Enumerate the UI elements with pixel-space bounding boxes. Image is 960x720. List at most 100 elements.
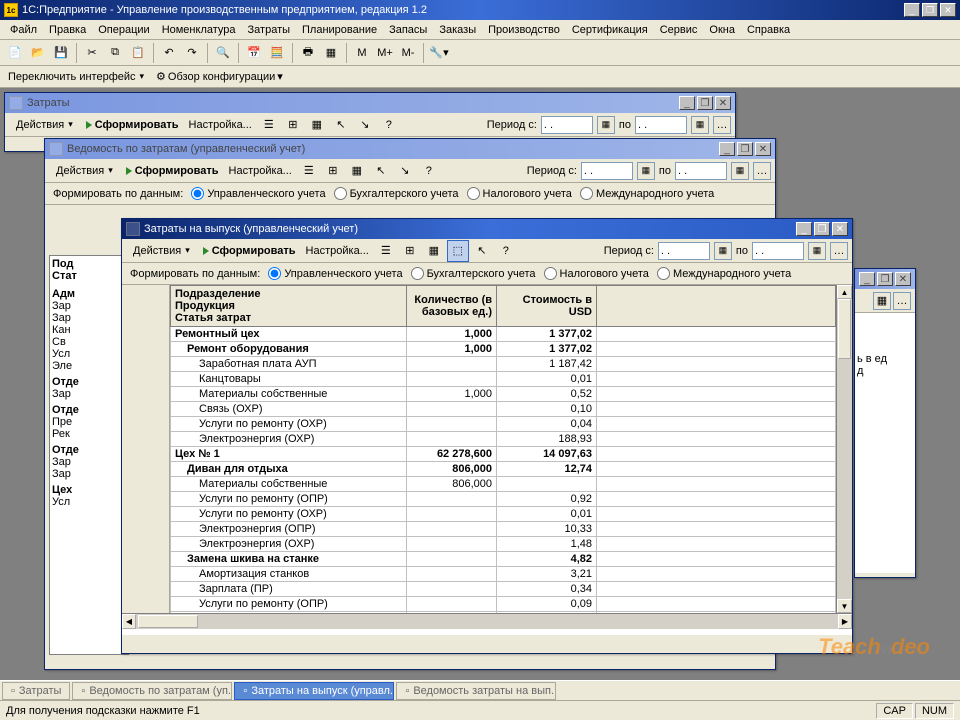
tree-icon[interactable]: ☰: [375, 240, 397, 262]
menu-edit[interactable]: Правка: [43, 22, 92, 38]
radio-mgmt[interactable]: Управленческого учета: [268, 267, 402, 280]
paste-icon[interactable]: 📋: [127, 42, 149, 64]
period-to-input[interactable]: [675, 162, 727, 180]
table-row[interactable]: Диван для отдыха806,00012,74: [171, 462, 836, 477]
tree2-icon[interactable]: ⊞: [282, 114, 304, 136]
find-icon[interactable]: 🔍: [212, 42, 234, 64]
form-button[interactable]: Сформировать: [122, 163, 223, 179]
table-row[interactable]: Электроэнергия (ОПР)10,33: [171, 522, 836, 537]
period-more-button[interactable]: …: [830, 242, 848, 260]
actions-menu[interactable]: Действия: [126, 242, 197, 260]
up-icon[interactable]: ↖: [471, 240, 493, 262]
setup-button[interactable]: Настройка...: [185, 117, 256, 133]
table-row[interactable]: Связь (ОХР)0,10: [171, 402, 836, 417]
min-button[interactable]: _: [719, 142, 735, 156]
table-row[interactable]: Услуги по ремонту (ОПР)0,92: [171, 492, 836, 507]
table-row[interactable]: Ремонт оборудования1,0001 377,02: [171, 342, 836, 357]
menu-file[interactable]: Файл: [4, 22, 43, 38]
taskbar-tab[interactable]: ▫Ведомость по затратам (уп...: [72, 682, 232, 700]
down-icon[interactable]: ↘: [354, 114, 376, 136]
more-button[interactable]: …: [893, 292, 911, 310]
restore-button[interactable]: ❐: [922, 3, 938, 17]
table-row[interactable]: Замена шкива на станке4,82: [171, 552, 836, 567]
min-button[interactable]: _: [796, 222, 812, 236]
tree-icon[interactable]: ☰: [258, 114, 280, 136]
table-row[interactable]: Материалы собственные806,000: [171, 477, 836, 492]
scroll-left-icon[interactable]: ◀: [122, 614, 136, 629]
table-row[interactable]: Услуги по ремонту (ОПР)0,09: [171, 597, 836, 612]
setup-button[interactable]: Настройка...: [225, 163, 296, 179]
menu-help[interactable]: Справка: [741, 22, 796, 38]
radio-tax[interactable]: Налогового учета: [467, 187, 572, 200]
period-from-input[interactable]: [541, 116, 593, 134]
menu-windows[interactable]: Окна: [703, 22, 741, 38]
calendar-icon[interactable]: ▦: [714, 242, 732, 260]
actions-menu[interactable]: Действия: [49, 162, 120, 180]
taskbar-tab[interactable]: ▫Ведомость затраты на вып...: [396, 682, 556, 700]
tree2-icon[interactable]: ⊞: [322, 160, 344, 182]
radio-mgmt[interactable]: Управленческого учета: [191, 187, 325, 200]
min-button[interactable]: _: [679, 96, 695, 110]
up-icon[interactable]: ↖: [370, 160, 392, 182]
vertical-scrollbar[interactable]: ▲ ▼: [836, 285, 852, 613]
col-dept[interactable]: Подразделение Продукция Статья затрат: [171, 286, 407, 327]
undo-icon[interactable]: ↶: [158, 42, 180, 64]
radio-tax[interactable]: Налогового учета: [544, 267, 649, 280]
table-row[interactable]: Ремонтный цех1,0001 377,02: [171, 327, 836, 342]
m-icon[interactable]: M: [351, 42, 373, 64]
table-row[interactable]: Заработная плата АУП1 187,42: [171, 357, 836, 372]
close-button[interactable]: ✕: [715, 96, 731, 110]
tools-icon[interactable]: 🔧▾: [428, 42, 450, 64]
form-button[interactable]: Сформировать: [82, 117, 183, 133]
table-row[interactable]: Материалы собственные1,0000,52: [171, 387, 836, 402]
period-more-button[interactable]: …: [713, 116, 731, 134]
data-grid[interactable]: Подразделение Продукция Статья затрат Ко…: [170, 285, 836, 613]
table-row[interactable]: Канцтовары0,01: [171, 372, 836, 387]
calendar-icon[interactable]: ▦: [808, 242, 826, 260]
radio-intl[interactable]: Международного учета: [580, 187, 714, 200]
col-qty[interactable]: Количество (в базовых ед.): [407, 286, 497, 327]
menu-operations[interactable]: Операции: [92, 22, 155, 38]
new-icon[interactable]: 📄: [4, 42, 26, 64]
window-output-titlebar[interactable]: Затраты на выпуск (управленческий учет) …: [122, 219, 852, 239]
up-icon[interactable]: ↖: [330, 114, 352, 136]
fragment-titlebar[interactable]: _ ❐ ✕: [855, 269, 915, 289]
radio-intl[interactable]: Международного учета: [657, 267, 791, 280]
calendar-icon[interactable]: 📅: [243, 42, 265, 64]
period-to-input[interactable]: [635, 116, 687, 134]
help-icon[interactable]: ?: [378, 114, 400, 136]
window-vedomost-titlebar[interactable]: Ведомость по затратам (управленческий уч…: [45, 139, 775, 159]
calc-icon[interactable]: 🧮: [266, 42, 288, 64]
tree-gutter[interactable]: [122, 285, 170, 613]
max-button[interactable]: ❐: [877, 272, 893, 286]
close-button[interactable]: ✕: [940, 3, 956, 17]
table-row[interactable]: Услуги по ремонту (ОХР)0,04: [171, 417, 836, 432]
period-more-button[interactable]: …: [753, 162, 771, 180]
tree-icon[interactable]: ☰: [298, 160, 320, 182]
calendar-icon[interactable]: ▦: [731, 162, 749, 180]
close-button[interactable]: ✕: [832, 222, 848, 236]
period-from-input[interactable]: [581, 162, 633, 180]
radio-accounting[interactable]: Бухгалтерского учета: [334, 187, 459, 200]
window-costs-titlebar[interactable]: Затраты _ ❐ ✕: [5, 93, 735, 113]
actions-menu[interactable]: Действия: [9, 116, 80, 134]
scroll-up-icon[interactable]: ▲: [837, 285, 852, 299]
selection-icon[interactable]: ⬚: [447, 240, 469, 262]
down-icon[interactable]: ↘: [394, 160, 416, 182]
redo-icon[interactable]: ↷: [181, 42, 203, 64]
table-row[interactable]: Электроэнергия (ОПР)1,03: [171, 612, 836, 614]
max-button[interactable]: ❐: [737, 142, 753, 156]
report-icon[interactable]: ▦: [320, 42, 342, 64]
m2-icon[interactable]: M+: [374, 42, 396, 64]
print-icon[interactable]: 🖶: [297, 42, 319, 64]
table-row[interactable]: Амортизация станков3,21: [171, 567, 836, 582]
scroll-thumb[interactable]: [838, 299, 851, 359]
help-icon[interactable]: ?: [495, 240, 517, 262]
grid-icon[interactable]: ▦: [423, 240, 445, 262]
taskbar-tab-active[interactable]: ▫Затраты на выпуск (управл...: [234, 682, 394, 700]
config-review-button[interactable]: ⚙ Обзор конфигурации ▾: [152, 68, 287, 85]
save-icon[interactable]: 💾: [50, 42, 72, 64]
calendar-icon[interactable]: ▦: [873, 292, 891, 310]
menu-orders[interactable]: Заказы: [433, 22, 482, 38]
menu-production[interactable]: Производство: [482, 22, 566, 38]
